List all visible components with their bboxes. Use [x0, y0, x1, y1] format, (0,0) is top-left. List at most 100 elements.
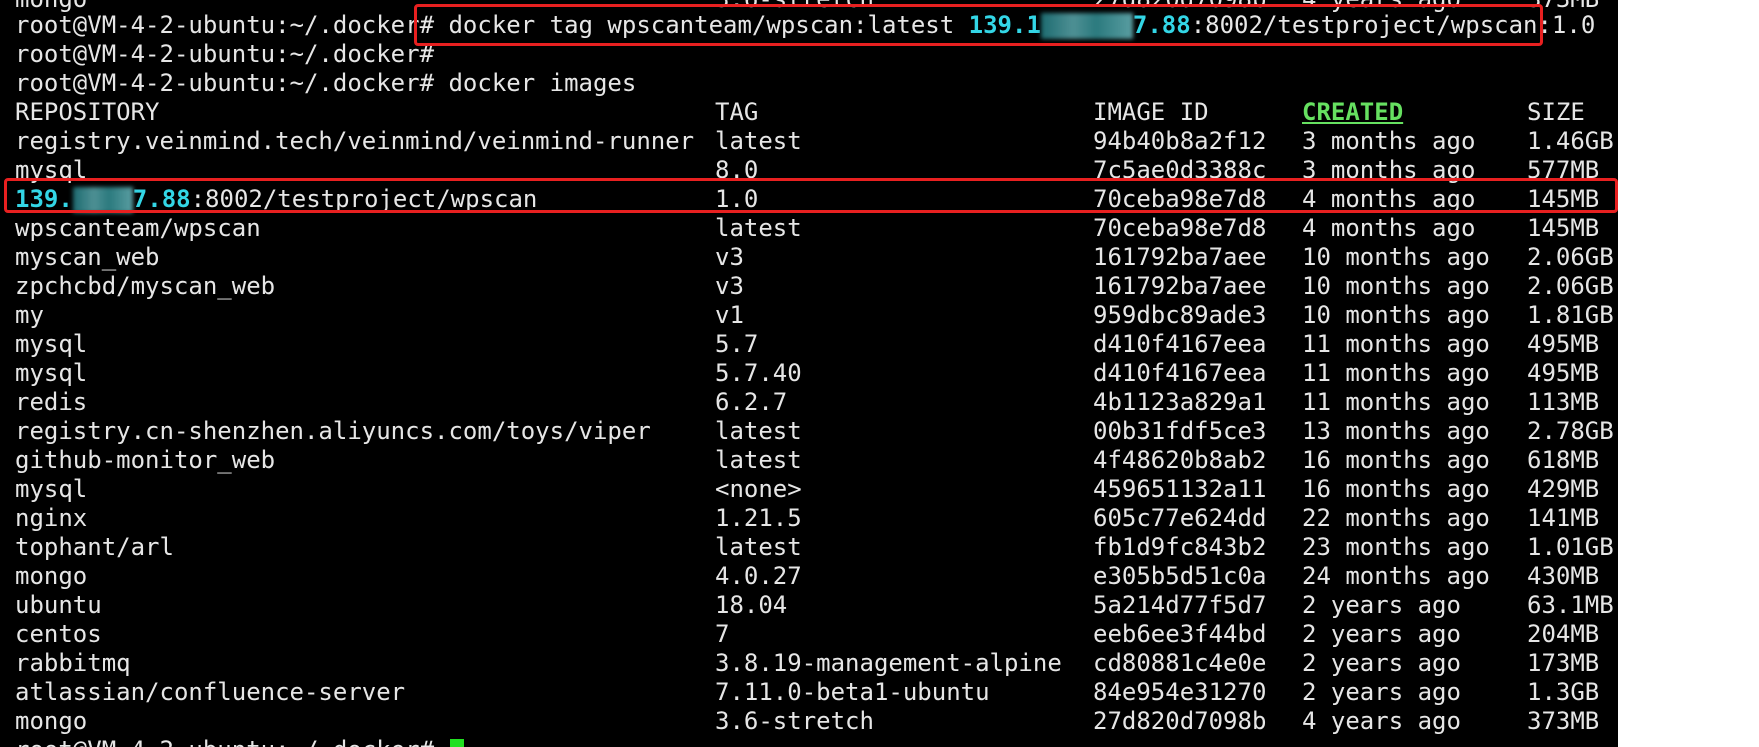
- ip-prefix: 139.: [15, 185, 73, 213]
- header-size: SIZE: [1527, 98, 1585, 126]
- cell-image-id: d410f4167eea: [1093, 330, 1267, 358]
- cell-repo: mysql: [15, 156, 88, 184]
- command-text-post: :8002/testproject/wpscan:1.0: [1190, 11, 1596, 39]
- shell-prompt: root@VM-4-2-ubuntu:~/.docker#: [15, 736, 434, 747]
- cell-created: 16 months ago: [1302, 446, 1490, 474]
- cell-repo: ubuntu: [15, 591, 102, 619]
- cell-size: 63.1MB: [1527, 591, 1614, 619]
- cell-tag: latest: [715, 417, 802, 445]
- cell-size: 113MB: [1527, 388, 1600, 416]
- cell-created: 16 months ago: [1302, 475, 1490, 503]
- cell-repo: zpchcbd/myscan_web: [15, 272, 276, 300]
- cell-image-id: 70ceba98e7d8: [1093, 185, 1267, 213]
- cell-repo: atlassian/confluence-server: [15, 678, 406, 706]
- cell-size: 618MB: [1527, 446, 1600, 474]
- cell-size: 145MB: [1527, 185, 1600, 213]
- cell-image-id: e305b5d51c0a: [1093, 562, 1267, 590]
- command-text: docker images: [434, 69, 637, 97]
- cell-repo: registry.cn-shenzhen.aliyuncs.com/toys/v…: [15, 417, 651, 445]
- cell-repo: github-monitor_web: [15, 446, 276, 474]
- cell-image-id: d410f4167eea: [1093, 359, 1267, 387]
- cell-tag: 5.7.40: [715, 359, 802, 387]
- command-text-pre: docker tag wpscanteam/wpscan:latest: [434, 11, 969, 39]
- cell-created: 2 years ago: [1302, 591, 1461, 619]
- cell-created: 10 months ago: [1302, 272, 1490, 300]
- terminal-window[interactable]: mongo 3.6-stretch 27d820d7098b 4 years a…: [0, 0, 1618, 747]
- cell-tag: latest: [715, 533, 802, 561]
- cell-size: 1.46GB: [1527, 127, 1614, 155]
- cell-repo: mongo: [15, 707, 88, 735]
- cell-tag: 8.0: [715, 156, 759, 184]
- cell-repo: 139. 7.88:8002/testproject/wpscan: [15, 185, 537, 214]
- cell-size: 1.81GB: [1527, 301, 1614, 329]
- cell-tag: v3: [715, 272, 744, 300]
- cell-created: 4 months ago: [1302, 214, 1476, 242]
- cell-created: 22 months ago: [1302, 504, 1490, 532]
- cell-image-id: 4b1123a829a1: [1093, 388, 1267, 416]
- cell-size: 495MB: [1527, 330, 1600, 358]
- cell-repo: wpscanteam/wpscan: [15, 214, 261, 242]
- cell-image-id: eeb6ee3f44bd: [1093, 620, 1267, 648]
- cell-created: 13 months ago: [1302, 417, 1490, 445]
- table-header: REPOSITORY TAG IMAGE ID CREATED SIZE: [15, 98, 1585, 127]
- cell-created: 24 months ago: [1302, 562, 1490, 590]
- shell-prompt: root@VM-4-2-ubuntu:~/.docker#: [15, 11, 435, 39]
- cell-tag: 1.0: [715, 185, 759, 213]
- ip-suffix: 7.88: [132, 185, 191, 213]
- cell-size: 577MB: [1527, 156, 1600, 184]
- cell-created: 11 months ago: [1302, 330, 1490, 358]
- cell-image-id: 27d820d7098b: [1093, 707, 1267, 735]
- cell-image-id: 459651132a11: [1093, 475, 1267, 503]
- cell-size: 173MB: [1527, 649, 1600, 677]
- cell-tag: 3.8.19-management-alpine: [715, 649, 1062, 677]
- cell-repo: registry.veinmind.tech/veinmind/veinmind…: [15, 127, 695, 155]
- cell-size: 495MB: [1527, 359, 1600, 387]
- redacted-blur: [72, 187, 133, 213]
- cell-repo: mysql: [15, 330, 88, 358]
- command-line-current[interactable]: root@VM-4-2-ubuntu:~/.docker#: [15, 736, 465, 747]
- cell-repo: mysql: [15, 475, 88, 503]
- cell-created: 11 months ago: [1302, 359, 1490, 387]
- cell-created: 3 months ago: [1302, 156, 1476, 184]
- ip-suffix: 7.88: [1132, 11, 1191, 39]
- header-image-id: IMAGE ID: [1093, 98, 1209, 126]
- cell-size: 1.3GB: [1527, 678, 1600, 706]
- cell-size: 1.01GB: [1527, 533, 1614, 561]
- cell-tag: latest: [715, 446, 802, 474]
- repo-path: :8002/testproject/wpscan: [190, 185, 538, 213]
- cell-image-id: fb1d9fc843b2: [1093, 533, 1267, 561]
- redacted-blur: [1040, 13, 1133, 39]
- cell-tag: 3.6-stretch: [715, 707, 874, 735]
- cell-size: 429MB: [1527, 475, 1600, 503]
- cell-created: 10 months ago: [1302, 301, 1490, 329]
- command-line-images: root@VM-4-2-ubuntu:~/.docker# docker ima…: [15, 69, 636, 98]
- cell-image-id: 4f48620b8ab2: [1093, 446, 1267, 474]
- ip-prefix: 139.1: [968, 11, 1041, 39]
- shell-prompt: root@VM-4-2-ubuntu:~/.docker#: [15, 69, 435, 97]
- cell-created: 2 years ago: [1302, 649, 1461, 677]
- cell-size: 2.06GB: [1527, 272, 1614, 300]
- cell-tag: 7: [715, 620, 730, 648]
- cell-image-id: 00b31fdf5ce3: [1093, 417, 1267, 445]
- cell-created: 2 years ago: [1302, 678, 1461, 706]
- cell-tag: v1: [715, 301, 744, 329]
- cell-image-id: 161792ba7aee: [1093, 272, 1267, 300]
- cell-repo: myscan_web: [15, 243, 160, 271]
- cell-size: 430MB: [1527, 562, 1600, 590]
- cell-tag: 4.0.27: [715, 562, 802, 590]
- command-line-tag: root@VM-4-2-ubuntu:~/.docker# docker tag…: [15, 11, 1595, 40]
- cell-tag: <none>: [715, 475, 802, 503]
- cell-size: 141MB: [1527, 504, 1600, 532]
- cell-image-id: 84e954e31270: [1093, 678, 1267, 706]
- cell-size: 373MB: [1527, 707, 1600, 735]
- cell-image-id: 70ceba98e7d8: [1093, 214, 1267, 242]
- cell-image-id: 94b40b8a2f12: [1093, 127, 1267, 155]
- cell-image-id: 161792ba7aee: [1093, 243, 1267, 271]
- cell-image-id: 959dbc89ade3: [1093, 301, 1267, 329]
- cell-tag: 6.2.7: [715, 388, 788, 416]
- command-line-empty: root@VM-4-2-ubuntu:~/.docker#: [15, 40, 434, 69]
- cell-size: 2.06GB: [1527, 243, 1614, 271]
- cell-created: 2 years ago: [1302, 620, 1461, 648]
- cell-repo: tophant/arl: [15, 533, 174, 561]
- shell-prompt: root@VM-4-2-ubuntu:~/.docker#: [15, 40, 435, 68]
